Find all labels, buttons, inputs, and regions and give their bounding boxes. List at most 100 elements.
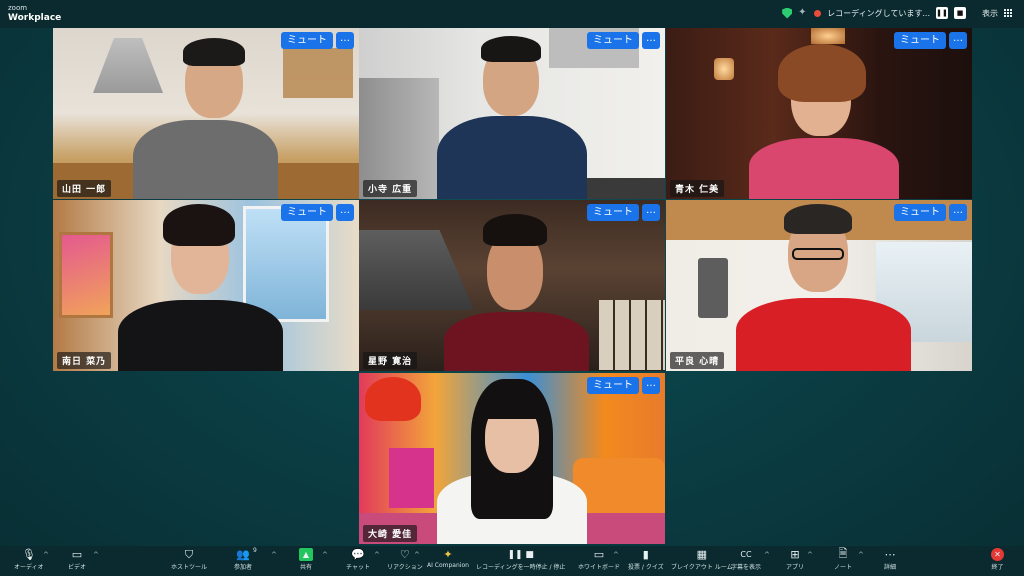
zoom-logo: zoom Workplace	[8, 5, 61, 23]
view-menu[interactable]: 表示	[982, 8, 998, 19]
participant-name: 小寺 広重	[363, 180, 418, 197]
notes-button[interactable]: 🗎 ノート	[834, 547, 853, 571]
audio-options-chevron-icon[interactable]: ^	[43, 551, 49, 559]
more-options-button[interactable]: …	[642, 377, 660, 394]
whiteboard-label: ホワイトボード	[578, 564, 621, 571]
end-meeting-button[interactable]: ✕ 終了	[991, 548, 1004, 571]
more-options-button[interactable]: …	[949, 204, 967, 221]
notes-options-chevron-icon[interactable]: ^	[858, 551, 864, 559]
host-tools-label: ホストツール	[171, 564, 208, 571]
share-options-chevron-icon[interactable]: ^	[322, 551, 328, 559]
ai-sparkle-icon[interactable]: ✦	[798, 8, 808, 18]
polls-button[interactable]: ▮ 投票 / クイズ	[628, 548, 664, 571]
polls-label: 投票 / クイズ	[628, 564, 664, 571]
captions-label: 字幕を表示	[731, 564, 762, 571]
participants-label: 参加者	[234, 564, 253, 571]
wall-lamp	[811, 28, 845, 44]
captions-button[interactable]: CC 字幕を表示	[731, 548, 761, 571]
host-tools-button[interactable]: ⛉ ホストツール	[171, 548, 208, 572]
cafe-chair	[389, 448, 434, 508]
video-button[interactable]: ▭ ビデオ	[68, 548, 86, 571]
apps-button[interactable]: ⊞ アプリ	[786, 548, 804, 571]
video-tile[interactable]: 青木 仁美 ミュート …	[666, 28, 972, 199]
mute-button[interactable]: ミュート	[894, 204, 946, 221]
recording-control-button[interactable]: ❚❚ ■ レコーディングを一時停止 / 停止	[476, 548, 566, 572]
stop-icon: ■	[956, 9, 964, 17]
participants-button[interactable]: 👥 参加者	[234, 548, 252, 571]
person-torso	[749, 138, 899, 199]
stop-recording-button[interactable]: ■	[954, 7, 966, 19]
pause-recording-button[interactable]: ❚❚	[936, 7, 948, 19]
close-icon: ✕	[991, 548, 1004, 561]
participants-options-chevron-icon[interactable]: ^	[271, 551, 277, 559]
participant-name: 大崎 愛佳	[363, 525, 418, 542]
person-hair	[784, 204, 852, 234]
breakout-rooms-button[interactable]: ▦ ブレイクアウト ルーム	[671, 548, 733, 571]
brand-small: zoom	[8, 4, 28, 12]
mute-button[interactable]: ミュート	[281, 32, 333, 49]
chat-button[interactable]: 💬 チャット	[346, 548, 370, 571]
more-options-button[interactable]: …	[949, 32, 967, 49]
video-tile[interactable]: 南日 菜乃 ミュート …	[53, 200, 359, 371]
participant-name: 山田 一郎	[57, 180, 112, 197]
ellipsis-icon: ⋯	[884, 548, 896, 561]
more-options-button[interactable]: …	[336, 204, 354, 221]
video-options-chevron-icon[interactable]: ^	[93, 551, 99, 559]
mute-button[interactable]: ミュート	[281, 204, 333, 221]
video-tile[interactable]: 平良 心晴 ミュート …	[666, 200, 972, 371]
end-label: 終了	[991, 564, 1004, 571]
captions-options-chevron-icon[interactable]: ^	[764, 551, 770, 559]
mute-button[interactable]: ミュート	[587, 377, 639, 394]
heart-icon: ♡	[399, 548, 410, 561]
shield-icon[interactable]	[782, 7, 793, 19]
share-screen-icon: ▲	[299, 548, 313, 561]
video-tile[interactable]: 星野 寛治 ミュート …	[359, 200, 665, 371]
more-button[interactable]: ⋯ 詳細	[883, 548, 897, 571]
person-torso	[444, 312, 589, 371]
recording-control-label: レコーディングを一時停止 / 停止	[476, 564, 566, 571]
audio-button[interactable]: 🎙 オーディオ	[14, 548, 44, 571]
video-tile[interactable]: 山田 一郎 ミュート …	[53, 28, 359, 199]
kitchen-shelf	[283, 48, 353, 98]
video-label: ビデオ	[68, 564, 87, 571]
shoji-window	[599, 300, 665, 370]
notes-label: ノート	[834, 564, 853, 571]
chat-options-chevron-icon[interactable]: ^	[374, 551, 380, 559]
video-tile[interactable]: 小寺 広重 ミュート …	[359, 28, 665, 199]
bar-chart-icon: ▮	[642, 548, 649, 561]
more-options-button[interactable]: …	[336, 32, 354, 49]
closed-captions-icon: CC	[740, 550, 752, 559]
mute-button[interactable]: ミュート	[894, 32, 946, 49]
participant-name: 南日 菜乃	[57, 352, 112, 369]
mute-button[interactable]: ミュート	[587, 32, 639, 49]
apps-options-chevron-icon[interactable]: ^	[807, 551, 813, 559]
person-torso	[118, 300, 283, 371]
apps-label: アプリ	[786, 564, 805, 571]
apps-icon: ⊞	[790, 548, 800, 561]
ai-companion-button[interactable]: ✦ AI Companion	[427, 548, 469, 569]
participants-icon: 👥	[236, 548, 250, 561]
whiteboard-options-chevron-icon[interactable]: ^	[613, 551, 619, 559]
more-options-button[interactable]: …	[642, 204, 660, 221]
ai-sparkle-icon: ✦	[443, 548, 453, 561]
glasses	[792, 248, 844, 260]
microphone-icon: 🎙	[21, 548, 36, 561]
share-button[interactable]: ▲ 共有	[299, 548, 313, 571]
video-camera-icon: ▭	[71, 548, 83, 561]
video-tile[interactable]: 大崎 愛佳 ミュート …	[359, 373, 665, 544]
person-hair	[183, 38, 245, 66]
ai-companion-label: AI Companion	[427, 562, 469, 569]
person-hair	[163, 204, 235, 246]
grid-view-icon[interactable]	[1004, 9, 1012, 17]
mute-button[interactable]: ミュート	[587, 204, 639, 221]
reactions-options-chevron-icon[interactable]: ^	[414, 551, 420, 559]
top-bar-status: ✦ レコーディングしています... ❚❚ ■ 表示	[782, 7, 1012, 19]
more-options-button[interactable]: …	[642, 32, 660, 49]
whiteboard-icon: ▭	[593, 548, 605, 561]
window	[243, 206, 329, 322]
wall-painting	[59, 232, 113, 318]
recording-status: レコーディングしています...	[827, 8, 930, 18]
recording-icon	[814, 9, 822, 17]
ceiling-lamp	[365, 377, 421, 421]
participant-name: 青木 仁美	[670, 180, 725, 197]
